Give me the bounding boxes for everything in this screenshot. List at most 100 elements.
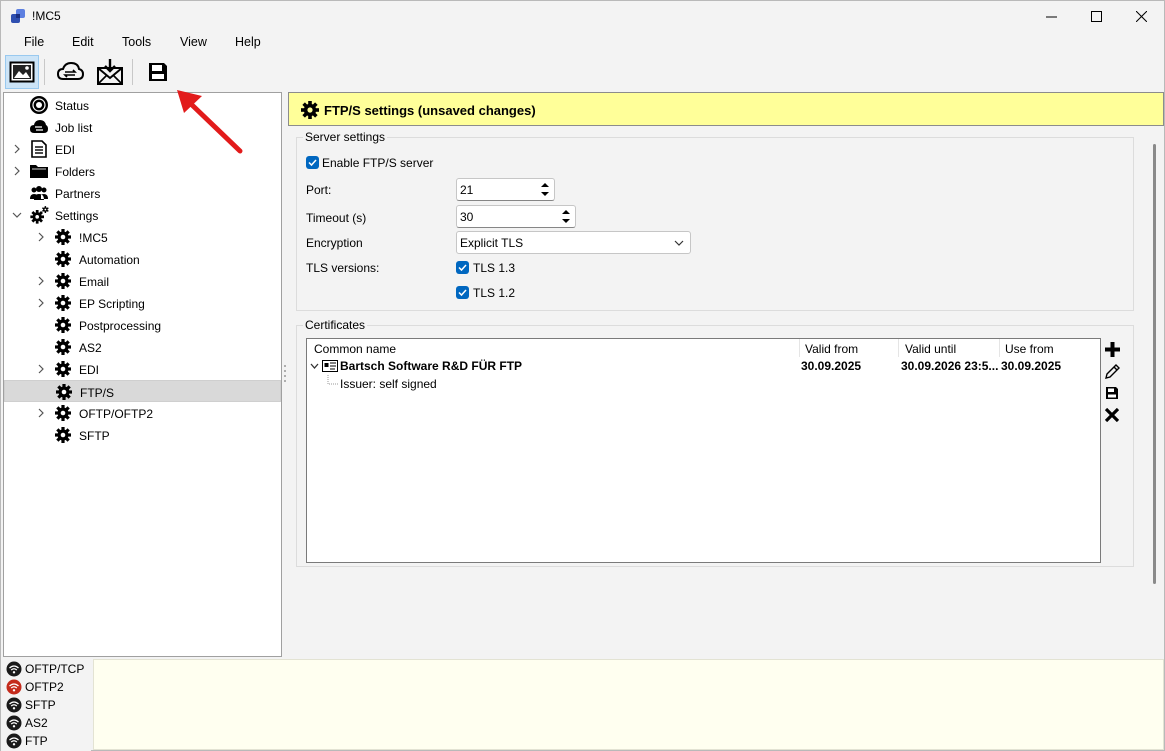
menu-tools[interactable]: Tools [122,35,151,49]
port-label: Port: [306,183,332,197]
timeout-value[interactable]: 30 [460,210,473,224]
menu-file[interactable]: File [24,35,44,49]
gears-icon [29,206,49,224]
menu-help[interactable]: Help [235,35,261,49]
gear-icon [53,316,73,334]
folder-icon [29,162,49,180]
tree-item-label: OFTP/OFTP2 [79,407,154,421]
chevron-right-icon[interactable] [12,143,22,154]
port-stepper[interactable]: 21 [456,178,555,201]
column-header-use-from[interactable]: Use from [1005,342,1054,356]
tree-item-label: !MC5 [79,231,108,245]
minimize-button[interactable] [1028,1,1074,31]
tls12-label[interactable]: TLS 1.2 [473,286,515,300]
encryption-select[interactable]: Explicit TLS [456,231,691,254]
tls13-checkbox[interactable] [456,261,469,274]
chevron-right-icon[interactable] [36,407,46,418]
picture-frame-icon [9,61,35,83]
mail-download-button[interactable] [93,55,127,89]
connection-item-oftp-tcp[interactable]: OFTP/TCP [4,660,90,678]
tree-item-label: Automation [79,253,140,267]
chevron-down-icon[interactable] [310,362,319,371]
menu-bar: File Edit Tools View Help [1,31,1164,53]
tree-item-postprocessing[interactable]: Postprocessing [4,314,281,336]
connection-label: AS2 [25,716,48,730]
wifi-status-icon [6,679,22,695]
tree-item-email[interactable]: Email [4,270,281,292]
cert-valid-until: 30.09.2026 23:5... [901,359,999,373]
delete-certificate-button[interactable] [1103,406,1121,424]
vertical-scrollbar[interactable] [1153,144,1156,584]
chevron-right-icon[interactable] [36,275,46,286]
chevron-right-icon[interactable] [36,231,46,242]
splitter-handle[interactable] [283,363,287,385]
tree-item-oftp-oftp2[interactable]: OFTP/OFTP2 [4,402,281,424]
tree-item-ftp-s[interactable]: FTP/S [4,380,281,402]
column-header-valid-from[interactable]: Valid from [805,342,858,356]
connection-label: FTP [25,734,48,748]
gear-icon [53,404,73,422]
tree-item-partners[interactable]: Partners [4,182,281,204]
gear-icon [53,426,73,444]
wifi-status-icon [6,697,22,713]
check-icon [458,289,467,297]
menu-edit[interactable]: Edit [72,35,94,49]
dashboard-button[interactable] [5,55,39,89]
tree-item-edi[interactable]: EDI [4,358,281,380]
column-divider[interactable] [898,339,899,357]
log-area[interactable] [93,659,1164,750]
certificate-icon [322,360,338,372]
settings-banner: FTP/S settings (unsaved changes) [288,92,1164,126]
tree-item-settings[interactable]: Settings [4,204,281,226]
table-row[interactable]: Bartsch Software R&D FÜR FTP 30.09.2025 … [307,357,1100,375]
close-button[interactable] [1118,1,1164,31]
spin-arrows-icon[interactable] [560,208,572,225]
app-logo-icon [11,9,25,23]
export-certificate-button[interactable] [1103,384,1121,402]
column-header-common-name[interactable]: Common name [314,342,396,356]
tree-item-as2[interactable]: AS2 [4,336,281,358]
port-value[interactable]: 21 [460,183,473,197]
tree-item-mc5[interactable]: !MC5 [4,226,281,248]
tree-item-ep-scripting[interactable]: EP Scripting [4,292,281,314]
tree-item-automation[interactable]: Automation [4,248,281,270]
tree-item-job-list[interactable]: Job list [4,116,281,138]
add-icon [1104,341,1120,357]
connection-item-sftp[interactable]: SFTP [4,696,90,714]
chevron-right-icon[interactable] [36,363,46,374]
tree-item-edi[interactable]: EDI [4,138,281,160]
cloud-sync-icon [29,118,49,136]
tree-item-label: Folders [55,165,96,179]
column-divider[interactable] [999,339,1000,357]
tls13-label[interactable]: TLS 1.3 [473,261,515,275]
chevron-down-icon[interactable] [12,209,22,219]
tree-item-label: Status [55,99,90,113]
sync-button[interactable] [53,55,87,89]
enable-ftps-checkbox[interactable] [306,156,319,169]
chevron-right-icon[interactable] [36,297,46,308]
encryption-value[interactable]: Explicit TLS [460,236,523,250]
save-button[interactable] [141,55,175,89]
timeout-stepper[interactable]: 30 [456,205,576,228]
tree-item-status[interactable]: Status [4,94,281,116]
enable-ftps-label[interactable]: Enable FTP/S server [322,156,433,170]
maximize-button[interactable] [1073,1,1119,31]
connection-item-ftp[interactable]: FTP [4,732,90,750]
column-divider[interactable] [799,339,800,357]
menu-view[interactable]: View [180,35,207,49]
connection-status-list: OFTP/TCP OFTP2 SFTP AS2 FTP [1,658,91,751]
tree-item-sftp[interactable]: SFTP [4,424,281,446]
tree-item-folders[interactable]: Folders [4,160,281,182]
connection-item-oftp2[interactable]: OFTP2 [4,678,90,696]
tls12-checkbox[interactable] [456,286,469,299]
cert-common-name: Bartsch Software R&D FÜR FTP [340,359,523,373]
chevron-right-icon[interactable] [12,165,22,176]
table-row-child[interactable]: Issuer: self signed [307,375,1100,393]
column-header-valid-until[interactable]: Valid until [905,342,956,356]
connection-item-as2[interactable]: AS2 [4,714,90,732]
edit-certificate-button[interactable] [1103,362,1121,380]
tree-item-label: Settings [55,209,99,223]
spin-arrows-icon[interactable] [539,181,551,198]
add-certificate-button[interactable] [1103,340,1121,358]
status-icon [29,96,49,114]
